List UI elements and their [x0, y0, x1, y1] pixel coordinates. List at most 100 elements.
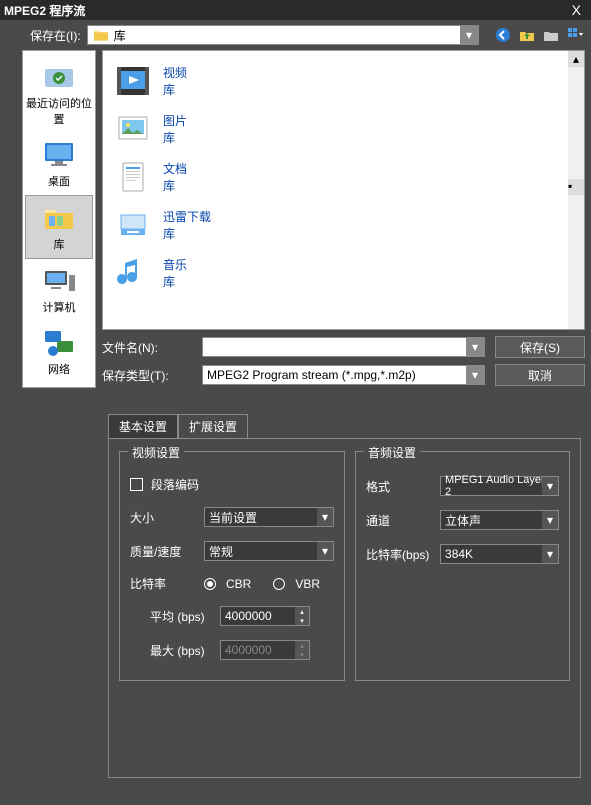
filetype-label: 保存类型(T): [102, 367, 192, 384]
desktop-icon [41, 139, 77, 171]
scroll-thumb[interactable]: ▪ [568, 179, 584, 195]
chevron-down-icon: ▾ [542, 511, 558, 529]
sidebar-item-libraries[interactable]: 库 [25, 195, 93, 259]
titlebar: MPEG2 程序流 X [0, 0, 591, 20]
network-icon [41, 327, 77, 359]
bitrate-label: 比特率 [130, 575, 196, 592]
format-label: 格式 [366, 478, 432, 495]
new-folder-icon[interactable] [543, 27, 559, 43]
size-label: 大小 [130, 509, 196, 526]
item-name: 音乐 [163, 256, 187, 273]
max-bitrate-spinner: 4000000▴▾ [220, 640, 310, 660]
audio-bitrate-dropdown[interactable]: 384K▾ [440, 544, 559, 564]
up-folder-icon[interactable] [519, 27, 535, 43]
computer-icon [41, 265, 77, 297]
filetype-dropdown[interactable]: MPEG2 Program stream (*.mpg,*.m2p) ▾ [202, 365, 485, 385]
sidebar-item-network[interactable]: 网络 [23, 321, 95, 383]
audio-settings-group: 音频设置 格式 MPEG1 Audio Layer-2▾ 通道 立体声▾ 比特率… [355, 451, 570, 681]
vbr-label: VBR [295, 577, 320, 591]
recent-places-icon [41, 61, 77, 93]
downloads-library-icon [113, 205, 153, 245]
window-title: MPEG2 程序流 [4, 2, 85, 19]
path-dropdown[interactable]: 库 ▾ [87, 25, 479, 45]
library-folder-icon [41, 202, 77, 234]
sidebar-item-label: 最近访问的位置 [25, 95, 93, 127]
avg-bitrate-label: 平均 (bps) [150, 608, 212, 625]
sidebar-item-label: 库 [54, 236, 65, 252]
sidebar-item-label: 桌面 [48, 173, 70, 189]
path-text: 库 [114, 27, 460, 44]
filename-label: 文件名(N): [102, 339, 192, 356]
cbr-radio[interactable] [204, 578, 216, 590]
segment-checkbox[interactable] [130, 478, 143, 491]
max-bitrate-label: 最大 (bps) [150, 642, 212, 659]
dropdown-arrow-icon[interactable]: ▾ [466, 338, 484, 356]
item-name: 图片 [163, 112, 187, 129]
scroll-up-button[interactable]: ▴ [568, 51, 584, 67]
pictures-library-icon [113, 109, 153, 149]
cbr-label: CBR [226, 577, 251, 591]
video-library-icon [113, 61, 153, 101]
vbr-radio[interactable] [273, 578, 285, 590]
spinner-down-icon[interactable]: ▾ [295, 616, 309, 625]
chevron-down-icon: ▾ [542, 545, 558, 563]
spinner-up-icon[interactable]: ▴ [295, 607, 309, 616]
quality-label: 质量/速度 [130, 543, 196, 560]
audio-bitrate-label: 比特率(bps) [366, 546, 432, 563]
music-library-icon [113, 253, 153, 293]
sidebar-item-recent[interactable]: 最近访问的位置 [23, 55, 95, 133]
settings-panel: 视频设置 段落编码 大小 当前设置▾ 质量/速度 常规▾ 比特率 CBR VBR… [108, 438, 581, 778]
sidebar-item-computer[interactable]: 计算机 [23, 259, 95, 321]
spinner-down-icon: ▾ [295, 650, 309, 659]
filename-input[interactable]: ▾ [202, 337, 485, 357]
dropdown-arrow-icon[interactable]: ▾ [466, 366, 484, 384]
chevron-down-icon: ▾ [542, 477, 558, 495]
size-dropdown[interactable]: 当前设置▾ [204, 507, 334, 527]
save-in-label: 保存在(I): [30, 27, 81, 44]
places-sidebar: 最近访问的位置 桌面 库 计算机 网络 [22, 50, 96, 388]
close-button[interactable]: X [566, 2, 587, 18]
sidebar-item-desktop[interactable]: 桌面 [23, 133, 95, 195]
quality-dropdown[interactable]: 常规▾ [204, 541, 334, 561]
filetype-value: MPEG2 Program stream (*.mpg,*.m2p) [203, 368, 466, 382]
item-name: 文档 [163, 160, 187, 177]
back-icon[interactable] [495, 27, 511, 43]
channel-dropdown[interactable]: 立体声▾ [440, 510, 559, 530]
channel-label: 通道 [366, 512, 432, 529]
tab-basic[interactable]: 基本设置 [108, 414, 178, 438]
cancel-button[interactable]: 取消 [495, 364, 585, 386]
file-list[interactable]: ▴ ▪ 视频库 图片库 文档库 迅雷下载库 音乐库 [102, 50, 585, 330]
list-item[interactable]: 视频库 [109, 57, 578, 105]
scrollbar-track[interactable] [568, 67, 584, 329]
item-sub: 库 [163, 225, 211, 242]
dropdown-arrow-icon[interactable]: ▾ [460, 26, 478, 44]
chevron-down-icon: ▾ [317, 542, 333, 560]
list-item[interactable]: 图片库 [109, 105, 578, 153]
list-item[interactable]: 迅雷下载库 [109, 201, 578, 249]
list-item[interactable]: 文档库 [109, 153, 578, 201]
folder-icon [92, 28, 110, 42]
tab-extended[interactable]: 扩展设置 [178, 414, 248, 438]
sidebar-item-label: 网络 [48, 361, 70, 377]
spinner-up-icon: ▴ [295, 641, 309, 650]
audio-settings-title: 音频设置 [364, 444, 420, 461]
video-settings-group: 视频设置 段落编码 大小 当前设置▾ 质量/速度 常规▾ 比特率 CBR VBR… [119, 451, 345, 681]
video-settings-title: 视频设置 [128, 444, 184, 461]
item-name: 视频 [163, 64, 187, 81]
list-item[interactable]: 音乐库 [109, 249, 578, 297]
save-button[interactable]: 保存(S) [495, 336, 585, 358]
segment-label: 段落编码 [151, 476, 199, 493]
sidebar-item-label: 计算机 [43, 299, 76, 315]
item-sub: 库 [163, 177, 187, 194]
settings-tabs: 基本设置 扩展设置 [108, 414, 591, 438]
top-toolbar: 保存在(I): 库 ▾ [0, 20, 591, 50]
item-name: 迅雷下载 [163, 208, 211, 225]
view-menu-icon[interactable] [567, 27, 583, 43]
format-dropdown[interactable]: MPEG1 Audio Layer-2▾ [440, 476, 559, 496]
item-sub: 库 [163, 129, 187, 146]
documents-library-icon [113, 157, 153, 197]
item-sub: 库 [163, 81, 187, 98]
chevron-down-icon: ▾ [317, 508, 333, 526]
item-sub: 库 [163, 273, 187, 290]
avg-bitrate-spinner[interactable]: 4000000▴▾ [220, 606, 310, 626]
